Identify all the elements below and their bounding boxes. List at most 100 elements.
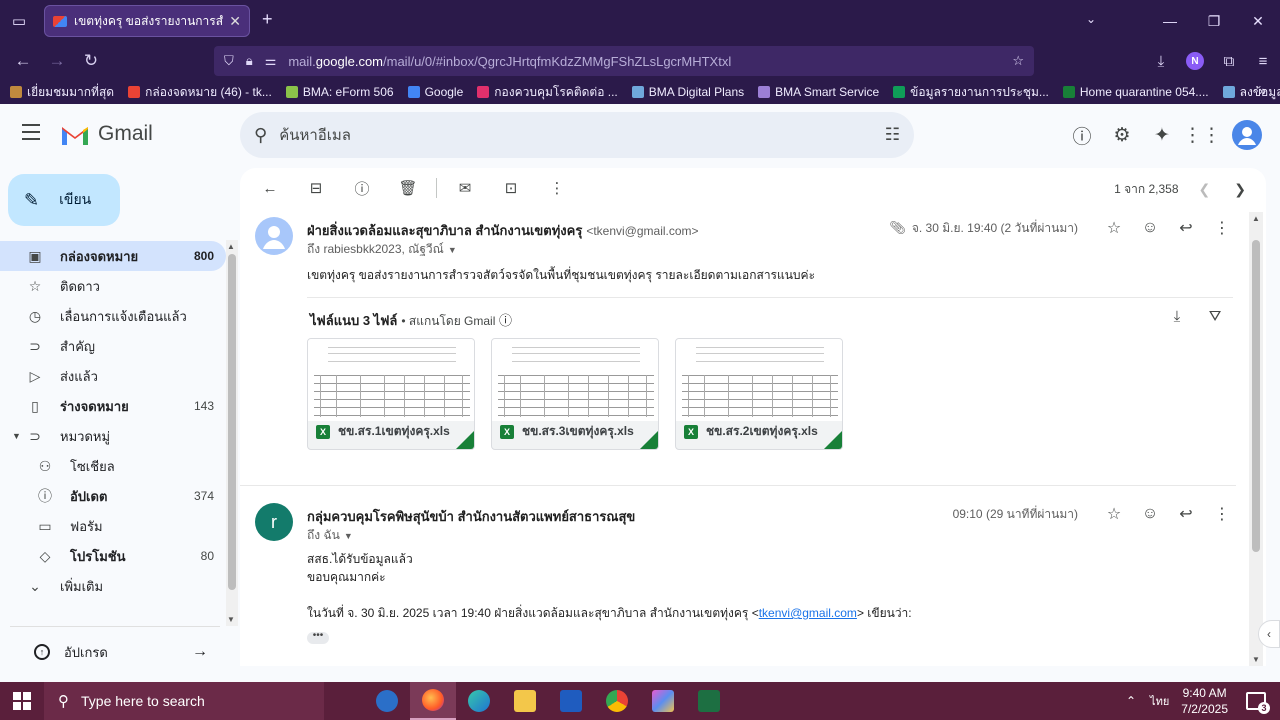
older-icon[interactable]: ❯: [1234, 181, 1246, 198]
newer-icon[interactable]: ❮: [1199, 181, 1211, 198]
bookmark-star-icon[interactable]: ☆: [1012, 53, 1024, 69]
sender-name[interactable]: กลุ่มควบคุมโรคพิษสุนัขบ้า สำนักงานสัตวแพ…: [307, 506, 635, 527]
shield-icon[interactable]: ⛉: [224, 53, 234, 69]
sidebar-item-social[interactable]: ⚇ โซเชียล: [0, 451, 226, 481]
bookmark-item[interactable]: เยี่ยมชมมากที่สุด: [10, 83, 114, 102]
lock-icon[interactable]: 🔒︎: [246, 53, 253, 69]
tab-list-icon[interactable]: ▭: [0, 0, 38, 42]
bookmark-item[interactable]: กล่องจดหมาย (46) - tk...: [128, 83, 272, 102]
help-icon[interactable]: ⓘ: [1062, 122, 1102, 149]
reply-icon[interactable]: ↩: [1168, 218, 1204, 238]
show-hidden-icons-icon[interactable]: ⌃: [1126, 694, 1136, 708]
taskbar-app-firefox[interactable]: [410, 682, 456, 720]
permissions-icon[interactable]: ⚌: [265, 53, 277, 69]
taskbar-app-copilot[interactable]: [640, 682, 686, 720]
bookmark-item[interactable]: Home quarantine 054....: [1062, 85, 1209, 99]
sidebar-item-promotions[interactable]: ◇ โปรโมชัน 80: [0, 541, 226, 571]
taskbar-app-chrome[interactable]: [594, 682, 640, 720]
reply-icon[interactable]: ↩: [1168, 504, 1204, 524]
sidebar-item-categories[interactable]: ▼ ⊃ หมวดหมู่: [0, 421, 226, 451]
attachment-card[interactable]: X ชข.สร.2เขตทุ่งครุ.xls: [675, 338, 843, 450]
message-scrollbar[interactable]: ▲ ▼: [1249, 212, 1263, 666]
add-to-drive-icon[interactable]: ⛛: [1196, 308, 1234, 325]
archive-icon[interactable]: ⊟: [298, 170, 334, 206]
bookmark-item[interactable]: BMA Smart Service: [758, 85, 879, 99]
close-tab-icon[interactable]: ✕: [229, 13, 241, 30]
sidebar-item-snoozed[interactable]: ◷ เลื่อนการแจ้งเตือนแล้ว: [0, 301, 226, 331]
start-button[interactable]: [0, 682, 44, 720]
tab-overflow-chevron-icon[interactable]: ⌄: [1086, 12, 1096, 26]
minimize-icon[interactable]: —: [1148, 13, 1192, 29]
caret-down-icon[interactable]: ▼: [12, 431, 24, 441]
search-input[interactable]: ค้นหาอีเมล: [279, 123, 885, 147]
mail-search-bar[interactable]: ⚲ ค้นหาอีเมล ☷: [240, 112, 914, 158]
search-icon[interactable]: ⚲: [254, 125, 267, 146]
tab-gmail[interactable]: เขตทุ่งครุ ขอส่งรายงานการสำรวจ ✕: [44, 5, 250, 37]
sidebar-item-starred[interactable]: ☆ ติดดาว: [0, 271, 226, 301]
extensions-icon[interactable]: ⧉: [1212, 53, 1246, 70]
close-window-icon[interactable]: ✕: [1236, 13, 1280, 30]
side-panel-toggle-icon[interactable]: ‹: [1258, 620, 1280, 648]
gmail-logo[interactable]: Gmail: [60, 122, 153, 146]
taskbar-app-edge[interactable]: [456, 682, 502, 720]
star-icon[interactable]: ☆: [1096, 218, 1132, 238]
more-vert-icon[interactable]: ⋮: [1204, 504, 1240, 524]
sender-avatar[interactable]: [255, 217, 293, 255]
scroll-up-icon[interactable]: ▲: [1252, 214, 1260, 223]
settings-gear-icon[interactable]: ⚙: [1102, 124, 1142, 147]
bookmark-item[interactable]: ลงข้อมูล20คู่สาย: [1222, 83, 1280, 102]
emoji-react-icon[interactable]: ☺: [1132, 219, 1168, 237]
taskbar-app-ie[interactable]: [364, 682, 410, 720]
back-icon[interactable]: ←: [6, 51, 40, 71]
recipients[interactable]: ถึง ฉัน ▼: [307, 526, 353, 545]
address-bar[interactable]: ⛉ 🔒︎ ⚌ mail.google.com/mail/u/0/#inbox/Q…: [214, 46, 1034, 76]
attachment-card[interactable]: X ชข.สร.1เขตทุ่งครุ.xls: [307, 338, 475, 450]
attachment-card[interactable]: X ชข.สร.3เขตทุ่งครุ.xls: [491, 338, 659, 450]
sidebar-item-forums[interactable]: ▭ ฟอรัม: [0, 511, 226, 541]
details-dropdown-icon[interactable]: ▼: [448, 245, 457, 255]
back-to-inbox-icon[interactable]: ←: [252, 170, 288, 206]
mark-unread-icon[interactable]: ✉: [447, 170, 483, 206]
upgrade-button[interactable]: ↑ อัปเกรด →: [18, 637, 220, 667]
sidebar-item-important[interactable]: ⊃ สำคัญ: [0, 331, 226, 361]
more-vert-icon[interactable]: ⋮: [1204, 218, 1240, 238]
emoji-react-icon[interactable]: ☺: [1132, 505, 1168, 523]
quoted-email-link[interactable]: tkenvi@gmail.com: [759, 606, 857, 620]
menu-icon[interactable]: ≡: [1246, 53, 1280, 70]
sidebar-item-inbox[interactable]: ▣ กล่องจดหมาย 800: [0, 241, 226, 271]
notification-center-icon[interactable]: 3: [1246, 692, 1270, 714]
download-all-icon[interactable]: ⤓: [1158, 308, 1196, 325]
downloads-icon[interactable]: ⤓: [1144, 53, 1178, 70]
sidebar-item-more[interactable]: ⌄ เพิ่มเติม: [0, 571, 226, 601]
details-dropdown-icon[interactable]: ▼: [344, 531, 353, 541]
sender-avatar[interactable]: r: [255, 503, 293, 541]
bookmark-item[interactable]: BMA: eForm 506: [285, 85, 394, 99]
compose-button[interactable]: ✎ เขียน: [8, 174, 120, 226]
search-options-icon[interactable]: ☷: [885, 125, 900, 145]
scroll-down-icon[interactable]: ▼: [227, 615, 235, 624]
message-scroll-thumb[interactable]: [1252, 240, 1260, 552]
taskbar-search[interactable]: ⚲ Type here to search: [44, 682, 324, 720]
profile-avatar[interactable]: N: [1186, 52, 1204, 70]
taskbar-app-word[interactable]: [548, 682, 594, 720]
delete-icon[interactable]: 🗑︎: [390, 170, 426, 206]
sidebar-item-updates[interactable]: ⓘ อัปเดต 374: [0, 481, 226, 511]
scroll-down-icon[interactable]: ▼: [1252, 655, 1260, 664]
star-icon[interactable]: ☆: [1096, 504, 1132, 524]
report-spam-icon[interactable]: ⓘ: [344, 170, 380, 206]
bookmark-item[interactable]: ข้อมูลรายงานการประชุม...: [893, 83, 1049, 102]
sender-name[interactable]: ฝ่ายสิ่งแวดล้อมและสุขาภิบาล สำนักงานเขตท…: [307, 220, 699, 241]
sidebar-scroll-thumb[interactable]: [228, 254, 236, 590]
restore-icon[interactable]: ❐: [1192, 13, 1236, 30]
bookmarks-overflow-icon[interactable]: »: [1259, 83, 1266, 98]
sidebar-item-drafts[interactable]: ▯ ร่างจดหมาย 143: [0, 391, 226, 421]
bookmark-item[interactable]: Google: [407, 85, 463, 99]
sidebar-scrollbar[interactable]: ▲ ▼: [226, 240, 238, 626]
forward-icon[interactable]: →: [40, 51, 74, 71]
more-options-icon[interactable]: ⋮: [539, 170, 575, 206]
taskbar-app-explorer[interactable]: [502, 682, 548, 720]
show-trimmed-content-button[interactable]: •••: [307, 631, 329, 644]
apps-grid-icon[interactable]: ⋮⋮: [1182, 124, 1222, 147]
sidebar-item-sent[interactable]: ▷ ส่งแล้ว: [0, 361, 226, 391]
info-icon[interactable]: ⓘ: [499, 313, 512, 328]
